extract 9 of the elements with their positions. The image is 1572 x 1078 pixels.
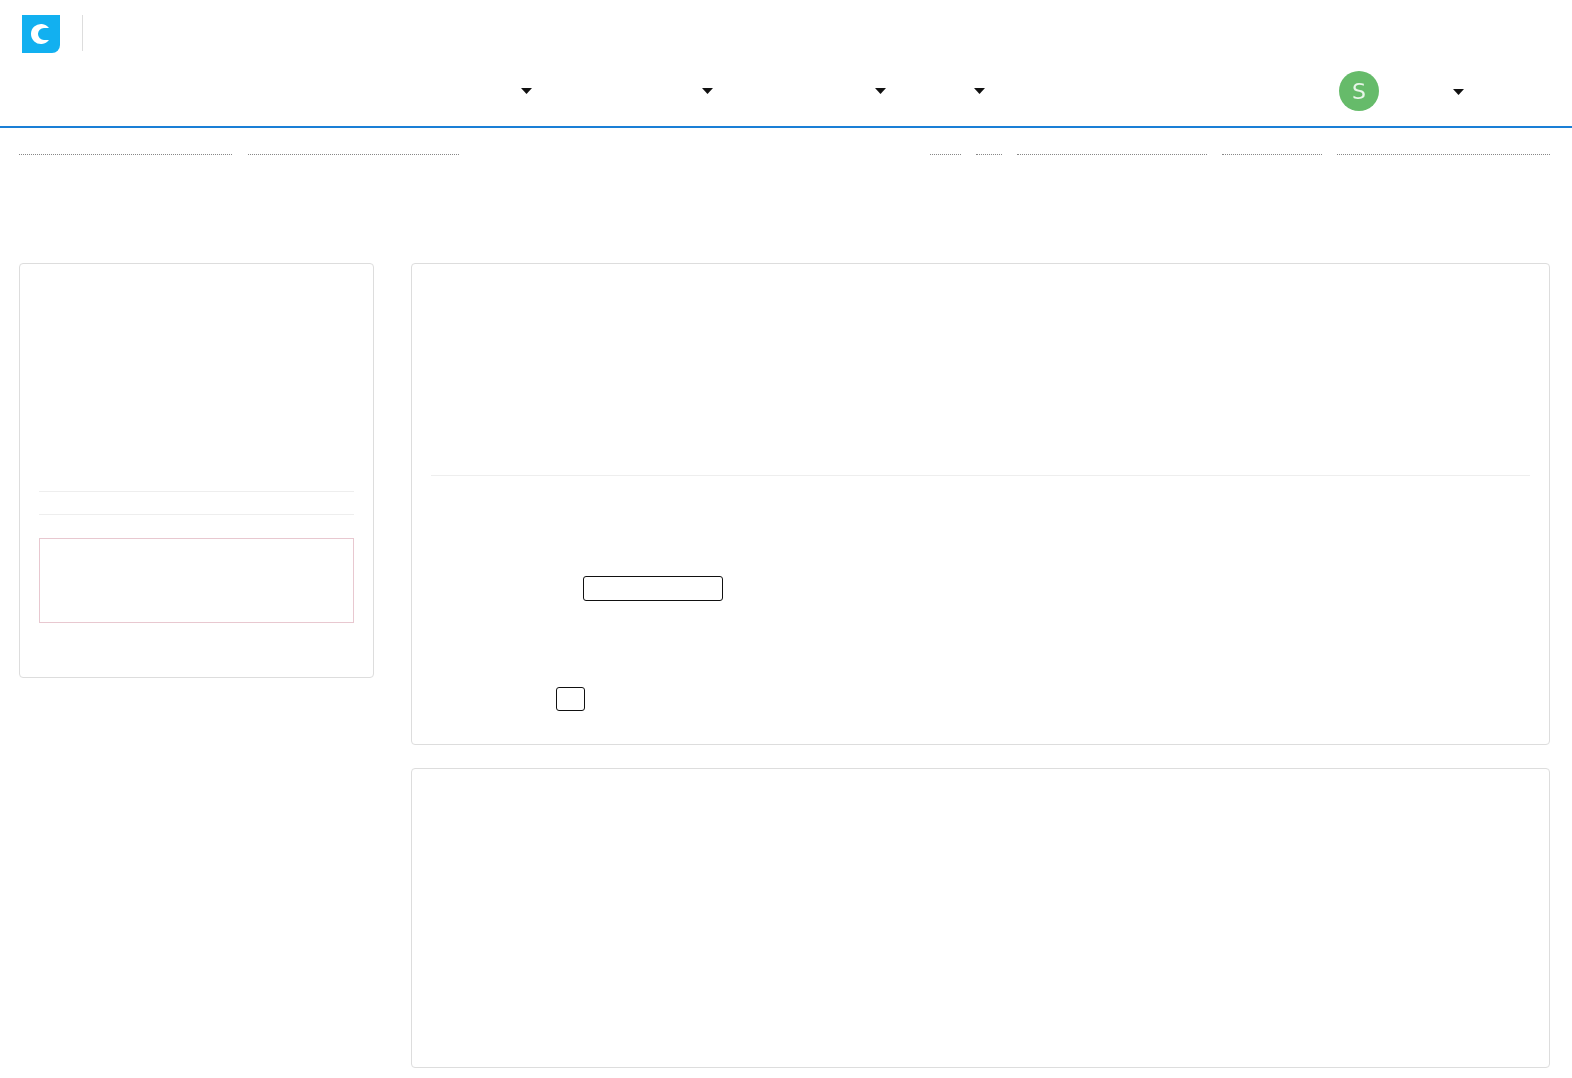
caret-icon[interactable] (974, 88, 985, 94)
checkbox[interactable] (556, 687, 585, 711)
user-avatar[interactable]: S (1339, 71, 1379, 111)
caret-icon[interactable] (702, 88, 713, 94)
avatar-initial: S (1352, 77, 1366, 106)
caret-icon[interactable] (521, 88, 532, 94)
text-field[interactable] (583, 576, 723, 601)
caret-icon[interactable] (1453, 89, 1464, 95)
caret-icon[interactable] (875, 88, 886, 94)
